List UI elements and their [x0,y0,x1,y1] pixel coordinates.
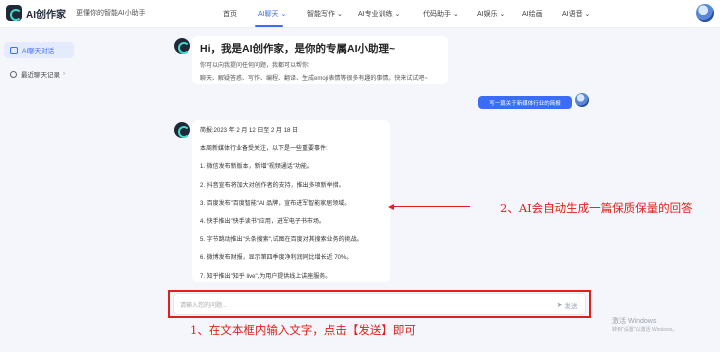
answer-line: 2. 抖音宣布将加大对创作者的支持，推出多项新举措。 [200,182,345,189]
bot-avatar [174,38,190,54]
activation-watermark-subtitle: 转到"设置"以激活 Windows。 [612,327,678,333]
nav-code-assistant[interactable]: 代码助手 ⌄ [423,9,459,19]
answer-line: 1. 微信发布新版本，新增"视频通话"功能。 [200,164,313,171]
answer-line: 6. 微博发布财报，显示第四季度净利润同比增长近 70%。 [200,255,353,262]
nav-ai-painting[interactable]: AI绘画 [522,9,543,19]
send-button-label: 发送 [564,302,578,310]
sidebar-item-recent-chats[interactable]: 最近聊天记录 › [4,66,74,82]
annotation-step-2: 2、AI会自动生成一篇保质保量的回答 [500,201,693,215]
message-input[interactable]: 请输入您的问题... ➤ 发送 [173,293,586,315]
nav-ai-voice[interactable]: AI语音 ⌄ [562,9,590,19]
active-nav-indicator [255,25,283,27]
nav-smart-writing[interactable]: 智能写作 ⌄ [307,9,343,19]
greeting-card: Hi，我是AI创作家，是你的专属AI小助理~ 你可以向我提问任何问题，我都可以帮… [192,36,448,84]
answer-line: 3. 百度发布"百度智能"AI 品牌，宣布进军智能家居领域。 [200,200,351,207]
activation-watermark-title: 激活 Windows [612,318,657,325]
top-nav-bar: AI创作家 更懂你的智能AI小助手 首页 AI聊天 ⌄ 智能写作 ⌄ AI专业训… [0,0,720,28]
logo-icon [6,5,22,21]
answer-line: 简报:2023 年 2 月 12 日至 2 月 18 日 [200,128,299,134]
input-placeholder: 请输入您的问题... [180,303,228,309]
user-message-avatar [575,93,589,107]
logo-text: AI创作家 [26,9,66,21]
answer-line: 4. 快手推出"快手读书"应用，进军电子书市场。 [200,218,325,225]
logo[interactable]: AI创作家 更懂你的智能AI小助手 [6,5,146,21]
greeting-subtitle: 你可以向我提问任何问题，我都可以帮你: [200,63,310,69]
nav-home[interactable]: 首页 [223,9,237,19]
nav-ai-training[interactable]: AI专业训练 ⌄ [358,9,400,19]
user-avatar[interactable] [696,4,714,22]
annotation-arrow-line [392,206,470,207]
chat-icon [10,46,18,54]
ai-answer-card: 简报:2023 年 2 月 12 日至 2 月 18 日 本周新媒体行业备受关注… [192,120,390,282]
answer-line: 7. 知乎推出"知乎 live",为用户提供线上讲座服务。 [200,273,332,280]
annotation-arrow-head [388,203,394,210]
sidebar-item-label: 最近聊天记录 [21,72,60,79]
logo-slogan: 更懂你的智能AI小助手 [76,10,146,17]
greeting-capabilities: 聊天、解疑答惑、写作、编程、翻译、生成emoji表情等很多有趣的事情。快来试试吧… [200,76,428,82]
bot-avatar [174,122,190,138]
answer-line: 本周新媒体行业备受关注，以下是一些重要事件: [200,146,328,153]
send-icon: ➤ [556,301,563,309]
clock-icon [10,70,17,78]
sidebar: AI聊天对话 最近聊天记录 › [0,29,78,352]
answer-line: 5. 字节跳动推出"头条搜索",试图在百度对其搜索业务的挑战。 [200,237,363,244]
nav-ai-chat[interactable]: AI聊天 ⌄ [258,9,286,19]
user-message-bubble: 写一篇关于新媒体行业的简报 [478,96,572,109]
greeting-title: Hi，我是AI创作家，是你的专属AI小助理~ [200,43,396,55]
chevron-right-icon: › [63,71,65,77]
nav-ai-entertainment[interactable]: AI娱乐 ⌄ [477,9,505,19]
sidebar-item-label: AI聊天对话 [22,48,55,55]
send-button[interactable]: ➤ 发送 [551,298,583,311]
annotation-step-1: 1、在文本框内输入文字，点击【发送】即可 [190,323,416,337]
sidebar-item-ai-chat[interactable]: AI聊天对话 [4,42,74,58]
